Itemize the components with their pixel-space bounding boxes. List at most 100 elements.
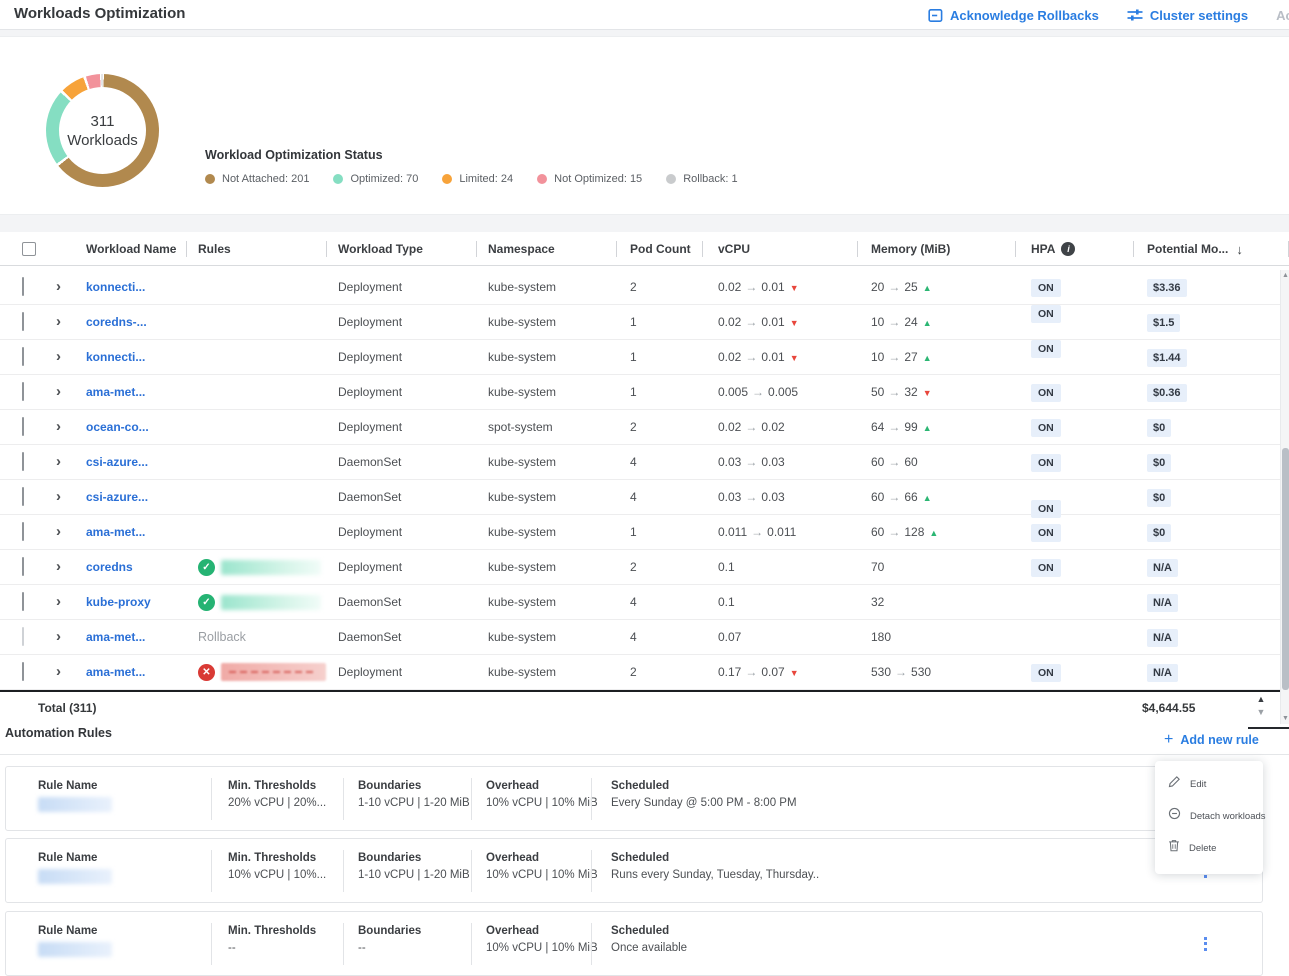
row-checkbox[interactable]: [22, 662, 24, 681]
context-menu-item-detach-workloads[interactable]: Detach workloads: [1155, 800, 1263, 832]
workload-name-link[interactable]: coredns: [74, 560, 186, 574]
arrow-right-icon: →: [884, 420, 904, 434]
vcpu-cell: 0.02→0.01▼: [702, 350, 857, 364]
column-header-namespace[interactable]: Namespace: [476, 232, 616, 266]
workload-type-cell: Deployment: [326, 280, 476, 294]
workload-name-link[interactable]: coredns-...: [74, 315, 186, 329]
row-checkbox[interactable]: [22, 592, 24, 611]
row-checkbox[interactable]: [22, 522, 24, 541]
pod-count-cell: 4: [616, 595, 702, 609]
spinner-down-arrow[interactable]: ▼: [1254, 707, 1268, 717]
row-checkbox[interactable]: [22, 382, 24, 401]
workload-name-link[interactable]: ama-met...: [74, 525, 186, 539]
hpa-status-badge: ON: [1031, 664, 1061, 682]
row-checkbox[interactable]: [22, 627, 24, 646]
vcpu-cell: 0.17→0.07▼: [702, 665, 857, 679]
workload-row: ›kube-proxy✓DaemonSetkube-system40.132N/…: [0, 585, 1281, 620]
mem-cell: 70: [857, 560, 1015, 574]
expand-chevron-icon[interactable]: ›: [56, 383, 61, 400]
workload-name-link[interactable]: ama-met...: [74, 630, 186, 644]
rule-actions-kebab-menu[interactable]: [1201, 934, 1210, 954]
column-header-hpa[interactable]: HPA i: [1015, 232, 1133, 266]
workload-name-link[interactable]: konnecti...: [74, 350, 186, 364]
hpa-status-badge: ON: [1031, 524, 1061, 542]
arrow-right-icon: →: [747, 525, 767, 539]
scheduled-field: ScheduledRuns every Sunday, Tuesday, Thu…: [611, 852, 819, 881]
expand-chevron-icon[interactable]: ›: [56, 663, 61, 680]
namespace-cell: kube-system: [476, 455, 616, 469]
add-new-rule-button[interactable]: + Add new rule: [1164, 732, 1259, 748]
trend-up-icon: ▲: [918, 353, 932, 363]
expand-chevron-icon[interactable]: ›: [56, 558, 61, 575]
expand-chevron-icon[interactable]: ›: [56, 278, 61, 295]
pod-count-cell: 2: [616, 560, 702, 574]
table-scrollbar[interactable]: ▲ ▼: [1280, 270, 1289, 724]
row-checkbox[interactable]: [22, 347, 24, 366]
mem-cell: 180: [857, 630, 1015, 644]
column-header-workload-name[interactable]: Workload Name: [74, 232, 186, 266]
trend-up-icon: ▲: [918, 423, 932, 433]
workload-name-link[interactable]: ocean-co...: [74, 420, 186, 434]
arrow-right-icon: →: [884, 280, 904, 294]
expand-chevron-icon[interactable]: ›: [56, 628, 61, 645]
legend-item: Not Optimized: 15: [537, 173, 642, 185]
expand-chevron-icon[interactable]: ›: [56, 488, 61, 505]
expand-chevron-icon[interactable]: ›: [56, 313, 61, 330]
workload-type-cell: DaemonSet: [326, 630, 476, 644]
row-checkbox[interactable]: [22, 312, 24, 331]
workload-name-link[interactable]: csi-azure...: [74, 490, 186, 504]
expand-chevron-icon[interactable]: ›: [56, 593, 61, 610]
mem-cell: 60→60: [857, 455, 1015, 469]
mem-cell: 60→66▲: [857, 490, 1015, 504]
workload-type-cell: Deployment: [326, 560, 476, 574]
donut-center-value: 311: [91, 112, 115, 132]
scrollbar-thumb[interactable]: [1282, 448, 1289, 690]
workload-name-link[interactable]: konnecti...: [74, 280, 186, 294]
cluster-settings-button[interactable]: Cluster settings: [1127, 8, 1248, 23]
acknowledge-rollbacks-button[interactable]: Acknowledge Rollbacks: [928, 8, 1099, 23]
workload-type-cell: DaemonSet: [326, 490, 476, 504]
row-checkbox[interactable]: [22, 487, 24, 506]
rule-error-x-icon: ✕: [198, 664, 215, 681]
sort-desc-icon[interactable]: ↓: [1236, 242, 1243, 257]
info-icon[interactable]: i: [1061, 242, 1075, 256]
scroll-down-arrow[interactable]: ▼: [1281, 715, 1289, 722]
pod-count-cell: 1: [616, 350, 702, 364]
automation-rule-card: Rule NameMin. Thresholds10% vCPU | 10%..…: [5, 838, 1263, 903]
select-all-checkbox[interactable]: [22, 242, 36, 256]
column-header-workload-type[interactable]: Workload Type: [326, 232, 476, 266]
expand-chevron-icon[interactable]: ›: [56, 418, 61, 435]
legend-dot-icon: [537, 174, 547, 184]
column-header-potential-savings[interactable]: Potential Mo... ↓: [1133, 232, 1289, 266]
expand-chevron-icon[interactable]: ›: [56, 348, 61, 365]
workload-name-link[interactable]: ama-met...: [74, 385, 186, 399]
expand-chevron-icon[interactable]: ›: [56, 453, 61, 470]
potential-savings-badge: $1.44: [1147, 349, 1187, 367]
spinner-up-arrow[interactable]: ▲: [1254, 694, 1268, 704]
workloads-table: Workload Name Rules Workload Type Namesp…: [0, 232, 1289, 976]
row-checkbox[interactable]: [22, 557, 24, 576]
workload-row: ›ama-met...RollbackDaemonSetkube-system4…: [0, 620, 1281, 655]
row-checkbox[interactable]: [22, 452, 24, 471]
pod-count-cell: 2: [616, 420, 702, 434]
mem-cell: 64→99▲: [857, 420, 1015, 434]
workload-name-link[interactable]: kube-proxy: [74, 595, 186, 609]
context-menu-item-delete[interactable]: Delete: [1155, 832, 1263, 864]
workload-name-link[interactable]: csi-azure...: [74, 455, 186, 469]
legend-dot-icon: [666, 174, 676, 184]
row-checkbox[interactable]: [22, 417, 24, 436]
legend-dot-icon: [333, 174, 343, 184]
column-header-pod-count[interactable]: Pod Count: [616, 232, 702, 266]
context-menu-item-edit[interactable]: Edit: [1155, 768, 1263, 800]
scroll-up-arrow[interactable]: ▲: [1281, 272, 1289, 279]
actions-button[interactable]: Action: [1276, 8, 1289, 23]
column-header-rules[interactable]: Rules: [186, 232, 326, 266]
workload-name-link[interactable]: ama-met...: [74, 665, 186, 679]
workload-type-cell: Deployment: [326, 350, 476, 364]
vcpu-cell: 0.011→0.011: [702, 525, 857, 539]
expand-chevron-icon[interactable]: ›: [56, 523, 61, 540]
row-checkbox[interactable]: [22, 277, 24, 296]
column-header-vcpu[interactable]: vCPU: [702, 232, 857, 266]
column-header-memory[interactable]: Memory (MiB): [857, 232, 1015, 266]
automation-rule-card: Rule NameMin. Thresholds--Boundaries--Ov…: [5, 911, 1263, 976]
